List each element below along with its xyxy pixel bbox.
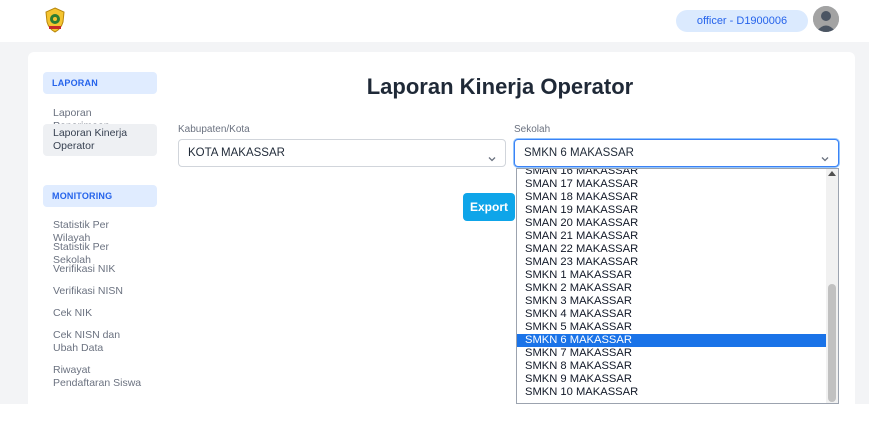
sidebar-item-cek-nisn-dan-ubah-data[interactable]: Cek NISN dan Ubah Data <box>43 326 157 358</box>
sidebar-item-riwayat-pendaftaran-siswa[interactable]: Riwayat Pendaftaran Siswa <box>43 361 157 393</box>
sekolah-label: Sekolah <box>514 124 551 135</box>
sidebar-section-laporan: LAPORAN <box>43 72 157 94</box>
dropdown-option[interactable]: SMKN 10 MAKASSAR <box>517 386 828 399</box>
dropdown-option[interactable]: SMKN 1 MAKASSAR <box>517 269 828 282</box>
top-bar: officer - D1900006 <box>0 0 869 38</box>
dropdown-option[interactable]: SMAN 19 MAKASSAR <box>517 204 828 217</box>
dropdown-option[interactable]: SMAN 20 MAKASSAR <box>517 217 828 230</box>
kabupaten-label: Kabupaten/Kota <box>178 124 250 135</box>
dropdown-options: SMAN 16 MAKASSAR SMAN 17 MAKASSAR SMAN 1… <box>517 169 828 399</box>
sekolah-dropdown-list[interactable]: SMAN 16 MAKASSAR SMAN 17 MAKASSAR SMAN 1… <box>516 168 839 404</box>
dropdown-scrollbar[interactable] <box>826 169 838 403</box>
page-title: Laporan Kinerja Operator <box>366 74 634 99</box>
export-button[interactable]: Export <box>463 193 515 221</box>
sidebar-item-verifikasi-nik[interactable]: Verifikasi NIK <box>43 260 157 279</box>
sidebar-item-verifikasi-nisn[interactable]: Verifikasi NISN <box>43 282 157 301</box>
dropdown-option[interactable]: SMAN 17 MAKASSAR <box>517 178 828 191</box>
scroll-up-arrow-icon[interactable] <box>828 171 836 176</box>
dropdown-option[interactable]: SMKN 4 MAKASSAR <box>517 308 828 321</box>
dropdown-option[interactable]: SMAN 22 MAKASSAR <box>517 243 828 256</box>
provincial-emblem-icon[interactable] <box>44 7 66 33</box>
dropdown-option[interactable]: SMKN 9 MAKASSAR <box>517 373 828 386</box>
chevron-down-icon <box>487 148 497 162</box>
dropdown-option[interactable]: SMKN 2 MAKASSAR <box>517 282 828 295</box>
kabupaten-select[interactable]: KOTA MAKASSAR <box>178 139 506 167</box>
dropdown-option[interactable]: SMAN 23 MAKASSAR <box>517 256 828 269</box>
dropdown-option[interactable]: SMKN 5 MAKASSAR <box>517 321 828 334</box>
kabupaten-value: KOTA MAKASSAR <box>188 147 285 159</box>
dropdown-option[interactable]: SMKN 7 MAKASSAR <box>517 347 828 360</box>
sidebar-item-cek-nik[interactable]: Cek NIK <box>43 304 157 323</box>
dropdown-option[interactable]: SMKN 8 MAKASSAR <box>517 360 828 373</box>
sekolah-value: SMKN 6 MAKASSAR <box>524 147 634 159</box>
user-avatar-icon[interactable] <box>813 6 839 32</box>
sekolah-select[interactable]: SMKN 6 MAKASSAR <box>514 139 839 167</box>
dropdown-option[interactable]: SMAN 18 MAKASSAR <box>517 191 828 204</box>
sidebar-item-laporan-kinerja-operator[interactable]: Laporan Kinerja Operator <box>43 124 157 156</box>
sidebar-section-monitoring: MONITORING <box>43 185 157 207</box>
chevron-down-icon <box>820 148 830 162</box>
user-badge[interactable]: officer - D1900006 <box>676 10 808 32</box>
dropdown-option[interactable]: SMAN 16 MAKASSAR <box>517 169 828 178</box>
dropdown-option[interactable]: SMKN 3 MAKASSAR <box>517 295 828 308</box>
dropdown-option-selected[interactable]: SMKN 6 MAKASSAR <box>517 334 828 347</box>
scrollbar-thumb[interactable] <box>828 284 836 402</box>
dropdown-option[interactable]: SMAN 21 MAKASSAR <box>517 230 828 243</box>
